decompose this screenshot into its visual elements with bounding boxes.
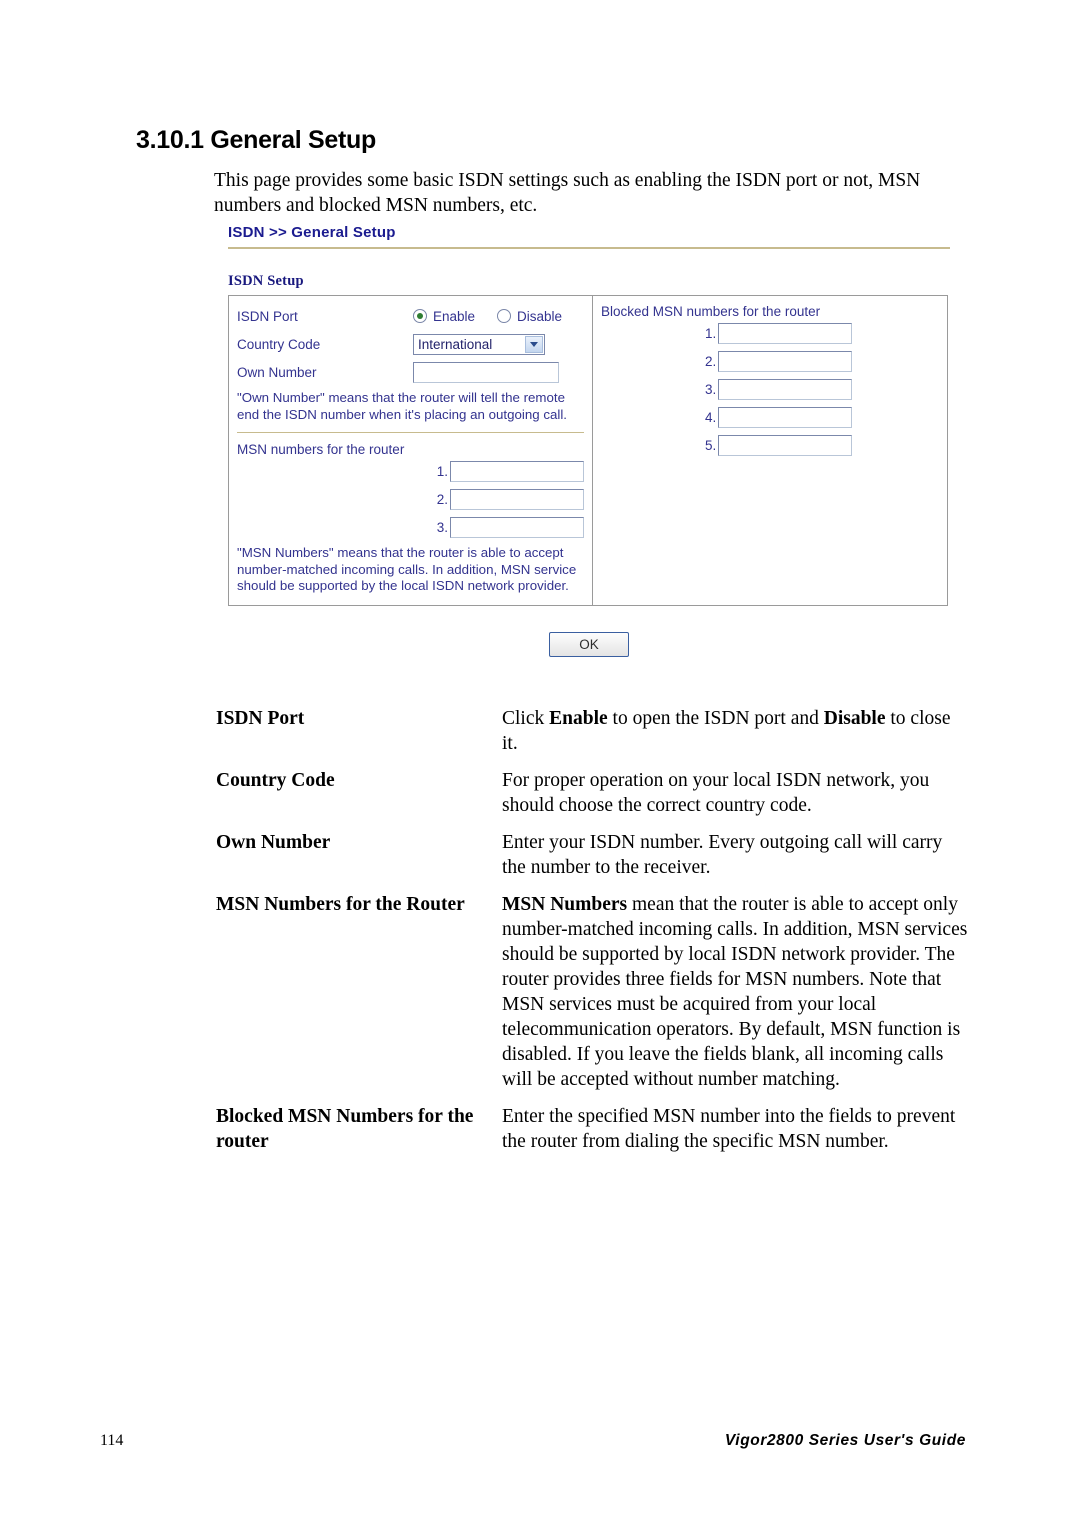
isdn-port-row: ISDN Port Enable Disable [237, 302, 584, 330]
blocked-msn-input[interactable] [718, 379, 853, 400]
definition-row: Own Number Enter your ISDN number. Every… [216, 830, 968, 880]
isdn-port-label: ISDN Port [237, 308, 298, 324]
router-ui-screenshot: ISDN >> General Setup ISDN Setup ISDN Po… [228, 224, 950, 657]
blocked-msn-row: 1. [601, 323, 939, 344]
blocked-msn-title: Blocked MSN numbers for the router [601, 304, 821, 319]
definition-term: Own Number [216, 832, 331, 853]
definition-row: ISDN Port Click Enable to open the ISDN … [216, 706, 968, 756]
msn-index: 1. [436, 464, 448, 479]
isdn-port-radio-group[interactable]: Enable Disable [413, 309, 562, 324]
definition-description: MSN Numbers mean that the router is able… [502, 894, 968, 1090]
country-code-row: Country Code International [237, 330, 584, 358]
msn-input[interactable] [450, 517, 584, 538]
definition-term: ISDN Port [216, 708, 305, 729]
msn-row: 1. [237, 461, 584, 482]
isdn-left-column: ISDN Port Enable Disable Country Code In… [229, 296, 593, 605]
page-footer: 114 Vigor2800 Series User's Guide [100, 1432, 966, 1450]
blocked-msn-input[interactable] [718, 407, 853, 428]
own-number-row: Own Number [237, 358, 584, 386]
blocked-msn-index: 1. [705, 326, 717, 341]
msn-row: 3. [237, 517, 584, 538]
left-divider [237, 432, 584, 433]
own-number-label: Own Number [237, 364, 317, 380]
guide-title: Vigor2800 Series User's Guide [724, 1432, 966, 1449]
country-code-label: Country Code [237, 336, 321, 352]
definition-description: Click Enable to open the ISDN port and D… [502, 708, 951, 754]
definition-row: Country Code For proper operation on you… [216, 768, 968, 818]
blocked-msn-input[interactable] [718, 323, 853, 344]
msn-numbers-note: "MSN Numbers" means that the router is a… [237, 545, 577, 593]
definition-row: Blocked MSN Numbers for the router Enter… [216, 1104, 968, 1154]
definition-term: Blocked MSN Numbers for the router [216, 1106, 474, 1152]
breadcrumb-divider [228, 247, 950, 249]
blocked-msn-index: 2. [705, 354, 717, 369]
definition-description: Enter the specified MSN number into the … [502, 1106, 956, 1152]
definition-row: MSN Numbers for the Router MSN Numbers m… [216, 892, 968, 1092]
radio-disable-icon[interactable] [497, 309, 512, 323]
isdn-setup-heading: ISDN Setup [228, 273, 304, 289]
breadcrumb: ISDN >> General Setup [228, 224, 396, 241]
blocked-msn-row: 2. [601, 351, 939, 372]
radio-enable-label[interactable]: Enable [433, 309, 475, 324]
own-number-input[interactable] [413, 361, 559, 383]
definition-term: MSN Numbers for the Router [216, 894, 465, 915]
blocked-msn-input[interactable] [718, 435, 853, 456]
msn-row: 2. [237, 489, 584, 510]
page-number: 114 [100, 1432, 124, 1449]
blocked-msn-index: 3. [705, 382, 717, 397]
radio-disable-label[interactable]: Disable [517, 309, 562, 324]
msn-index: 3. [436, 520, 448, 535]
document-page: 3.10.1 General Setup This page provides … [0, 0, 1080, 1528]
blocked-msn-index: 5. [705, 438, 717, 453]
msn-input[interactable] [450, 461, 584, 482]
ok-button-bar: OK [228, 631, 950, 657]
country-code-value: International [418, 336, 493, 352]
chevron-down-icon[interactable] [525, 335, 543, 353]
msn-input[interactable] [450, 489, 584, 510]
definition-description: Enter your ISDN number. Every outgoing c… [502, 832, 943, 878]
intro-paragraph: This page provides some basic ISDN setti… [214, 170, 921, 216]
blocked-msn-input[interactable] [718, 351, 853, 372]
blocked-msn-row: 5. [601, 435, 939, 456]
blocked-msn-row: 3. [601, 379, 939, 400]
page-title: 3.10.1 General Setup [136, 126, 376, 154]
ok-button[interactable]: OK [549, 631, 629, 657]
field-descriptions: ISDN Port Click Enable to open the ISDN … [216, 706, 968, 1166]
isdn-right-column: Blocked MSN numbers for the router 1. 2.… [593, 296, 947, 605]
definition-term: Country Code [216, 770, 335, 791]
country-code-select[interactable]: International [413, 333, 545, 355]
msn-index: 2. [436, 492, 448, 507]
radio-enable-icon[interactable] [413, 309, 427, 323]
own-number-note: "Own Number" means that the router will … [237, 390, 567, 422]
msn-numbers-title: MSN numbers for the router [237, 442, 405, 457]
blocked-msn-row: 4. [601, 407, 939, 428]
blocked-msn-index: 4. [705, 410, 717, 425]
isdn-setup-form: ISDN Port Enable Disable Country Code In… [228, 295, 948, 606]
definition-description: For proper operation on your local ISDN … [502, 770, 930, 816]
